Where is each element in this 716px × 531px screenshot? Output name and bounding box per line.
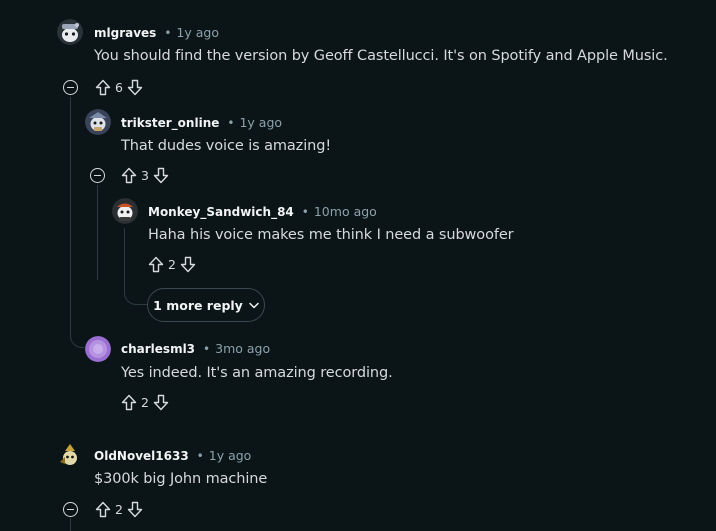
downvote-button[interactable] <box>179 255 197 273</box>
username[interactable]: charlesml3 <box>121 342 195 356</box>
vote-count: 2 <box>168 256 176 272</box>
snoo-avatar-icon <box>112 198 138 224</box>
thread-line[interactable] <box>70 97 71 333</box>
thread-line[interactable] <box>70 518 71 531</box>
downvote-arrow-icon <box>153 167 169 183</box>
snoo-avatar-icon <box>57 19 83 45</box>
more-replies-button[interactable]: 1 more reply <box>147 288 265 322</box>
comment-meta: mlgraves • 1y ago <box>94 25 219 40</box>
downvote-arrow-icon <box>127 501 143 517</box>
more-replies-label: 1 more reply <box>153 297 243 313</box>
separator: • <box>301 205 309 219</box>
upvote-arrow-icon <box>95 79 111 95</box>
upvote-button[interactable] <box>147 255 165 273</box>
username[interactable]: Monkey_Sandwich_84 <box>148 205 294 219</box>
username[interactable]: OldNovel1633 <box>94 449 189 463</box>
upvote-button[interactable] <box>120 393 138 411</box>
upvote-arrow-icon <box>121 167 137 183</box>
comment-body: Yes indeed. It's an amazing recording. <box>121 365 393 381</box>
minus-icon <box>94 174 101 177</box>
timestamp[interactable]: 1y ago <box>176 25 219 40</box>
snoo-avatar-icon <box>85 109 111 135</box>
separator: • <box>227 116 235 130</box>
upvote-button[interactable] <box>94 500 112 518</box>
avatar[interactable] <box>112 198 138 224</box>
avatar[interactable] <box>85 109 111 135</box>
comment-meta: Monkey_Sandwich_84 • 10mo ago <box>148 204 377 219</box>
downvote-button[interactable] <box>152 166 170 184</box>
comment-meta: trikster_online • 1y ago <box>121 115 282 130</box>
comment-meta: OldNovel1633 • 1y ago <box>94 448 251 463</box>
thread-branch <box>124 280 148 305</box>
upvote-arrow-icon <box>148 256 164 272</box>
upvote-button[interactable] <box>94 78 112 96</box>
downvote-button[interactable] <box>126 78 144 96</box>
separator: • <box>196 449 204 463</box>
timestamp[interactable]: 1y ago <box>239 115 282 130</box>
upvote-button[interactable] <box>120 166 138 184</box>
downvote-arrow-icon <box>153 394 169 410</box>
vote-actions: 2 <box>94 500 144 518</box>
comment-body: You should find the version by Geoff Cas… <box>94 48 668 64</box>
upvote-arrow-icon <box>95 501 111 517</box>
default-avatar-icon <box>85 336 111 362</box>
thread-line[interactable] <box>97 185 98 280</box>
vote-count: 6 <box>115 79 123 95</box>
separator: • <box>203 342 211 356</box>
snoo-avatar-icon <box>57 442 83 468</box>
downvote-arrow-icon <box>180 256 196 272</box>
collapse-thread-button[interactable] <box>63 80 78 95</box>
vote-actions: 2 <box>147 255 197 273</box>
vote-actions: 3 <box>120 166 170 184</box>
vote-count: 2 <box>115 501 123 517</box>
thread-branch <box>70 320 84 348</box>
minus-icon <box>67 86 74 89</box>
vote-actions: 6 <box>94 78 144 96</box>
comment-body: $300k big John machine <box>94 471 268 487</box>
collapse-thread-button[interactable] <box>90 168 105 183</box>
timestamp[interactable]: 1y ago <box>209 448 252 463</box>
avatar[interactable] <box>57 442 83 468</box>
downvote-button[interactable] <box>152 393 170 411</box>
vote-count: 3 <box>141 167 149 183</box>
downvote-arrow-icon <box>127 79 143 95</box>
vote-count: 2 <box>141 394 149 410</box>
avatar[interactable] <box>85 336 111 362</box>
collapse-thread-button[interactable] <box>63 502 78 517</box>
comment-meta: charlesml3 • 3mo ago <box>121 341 270 356</box>
chevron-down-icon <box>249 302 259 308</box>
downvote-button[interactable] <box>126 500 144 518</box>
username[interactable]: trikster_online <box>121 116 219 130</box>
timestamp[interactable]: 3mo ago <box>215 341 270 356</box>
upvote-arrow-icon <box>121 394 137 410</box>
separator: • <box>164 26 172 40</box>
comment-body: Haha his voice makes me think I need a s… <box>148 227 514 243</box>
minus-icon <box>67 508 74 511</box>
comment-body: That dudes voice is amazing! <box>121 138 332 154</box>
username[interactable]: mlgraves <box>94 26 156 40</box>
timestamp[interactable]: 10mo ago <box>314 204 377 219</box>
vote-actions: 2 <box>120 393 170 411</box>
avatar[interactable] <box>57 19 83 45</box>
